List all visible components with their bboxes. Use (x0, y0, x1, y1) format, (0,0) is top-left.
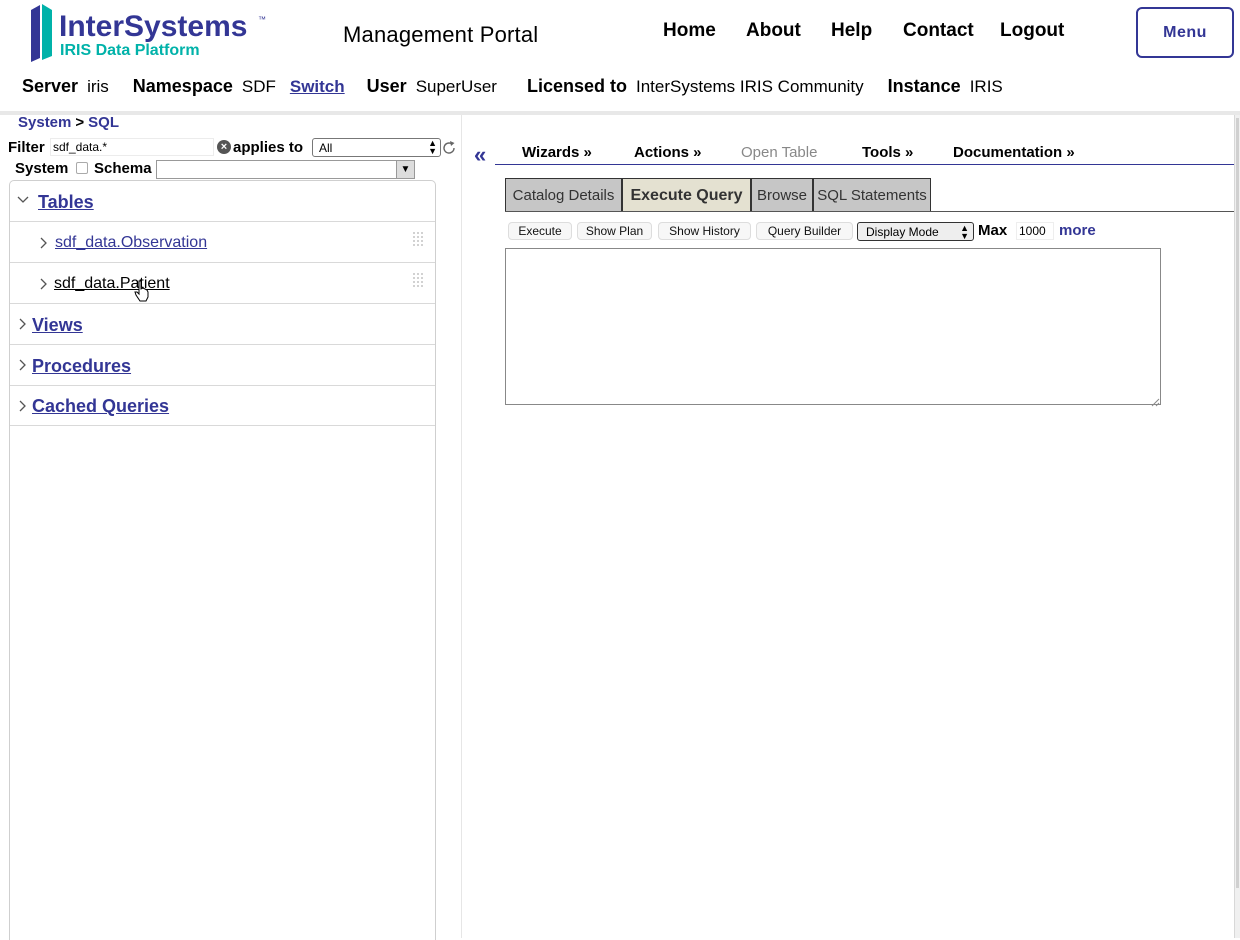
tree-category-procedures[interactable]: Procedures (10, 345, 435, 386)
actions-menu[interactable]: Actions » (634, 144, 702, 161)
max-rows-input[interactable] (1016, 222, 1054, 240)
breadcrumb-separator: > (75, 114, 85, 131)
drag-handle-icon[interactable] (412, 272, 424, 288)
views-link[interactable]: Views (32, 315, 83, 336)
tree-panel: Tables sdf_data.Observation sdf_data.Pat… (9, 180, 436, 940)
breadcrumb: System > SQL (18, 114, 119, 131)
show-history-button[interactable]: Show History (658, 222, 751, 240)
intersystems-logo: InterSystems ™ IRIS Data Platform (28, 4, 278, 62)
select-arrows-icon: ▲ ▼ (960, 223, 969, 241)
clear-filter-icon[interactable]: × (217, 140, 231, 154)
wizards-menu[interactable]: Wizards » (522, 144, 592, 161)
query-textarea[interactable] (505, 248, 1161, 405)
display-mode-select[interactable]: Display Mode ▲ ▼ (857, 222, 974, 241)
tab-catalog-details[interactable]: Catalog Details (505, 178, 622, 212)
chevron-right-icon[interactable] (17, 358, 27, 374)
max-label: Max (978, 222, 1008, 239)
table-link-patient[interactable]: sdf_data.Patient (54, 275, 170, 293)
schema-label: Schema (94, 160, 152, 177)
tree-item-observation[interactable]: sdf_data.Observation (10, 222, 435, 263)
server-value: iris (87, 77, 109, 96)
header-divider (0, 111, 1240, 115)
display-mode-value: Display Mode (866, 225, 939, 239)
tools-menu[interactable]: Tools » (862, 144, 913, 161)
tables-link[interactable]: Tables (38, 192, 94, 213)
drag-handle-icon[interactable] (412, 231, 424, 247)
nav-contact[interactable]: Contact (903, 20, 974, 42)
chevron-right-icon[interactable] (17, 317, 27, 333)
tab-execute-query[interactable]: Execute Query (622, 178, 751, 212)
tab-browse[interactable]: Browse (751, 178, 813, 212)
portal-title: Management Portal (343, 22, 539, 47)
server-label: Server (22, 76, 79, 96)
system-checkbox[interactable] (76, 162, 88, 174)
applies-to-label: applies to (233, 139, 304, 156)
chevron-down-icon[interactable] (17, 193, 29, 209)
applies-to-select[interactable]: All ▲ ▼ (312, 138, 441, 157)
select-arrows-icon: ▲ ▼ (428, 138, 437, 156)
user-value: SuperUser (415, 77, 497, 96)
tab-sql-statements[interactable]: SQL Statements (813, 178, 931, 212)
filter-input[interactable] (50, 138, 214, 156)
chevron-right-icon[interactable] (38, 277, 48, 293)
logo-subtitle: IRIS Data Platform (60, 42, 200, 59)
toolbar-underline (495, 164, 1234, 165)
chevron-right-icon[interactable] (17, 399, 27, 415)
collapse-panel-icon[interactable]: « (474, 144, 486, 166)
user-label: User (366, 76, 407, 96)
logo-tm: ™ (258, 15, 266, 24)
namespace-value: SDF (241, 77, 276, 96)
schema-dropdown-icon[interactable]: ▼ (396, 161, 414, 178)
schema-select[interactable]: ▼ (156, 160, 415, 179)
page-scrollbar-thumb[interactable] (1236, 118, 1239, 888)
resize-handle-icon[interactable] (1150, 394, 1160, 407)
breadcrumb-system[interactable]: System (18, 114, 71, 131)
hand-cursor-icon (134, 280, 150, 302)
switch-namespace-link[interactable]: Switch (290, 77, 345, 97)
tabs-baseline (505, 211, 1234, 212)
menu-button[interactable]: Menu (1136, 7, 1234, 58)
tree-category-cached-queries[interactable]: Cached Queries (10, 386, 435, 426)
system-label: System (15, 160, 69, 177)
breadcrumb-sql[interactable]: SQL (88, 114, 119, 131)
namespace-label: Namespace (132, 76, 233, 96)
licensed-value: InterSystems IRIS Community (635, 77, 864, 96)
panel-divider (461, 115, 462, 938)
applies-to-value: All (319, 141, 333, 155)
logo-brand-text: InterSystems (59, 10, 247, 43)
filter-label: Filter (8, 139, 45, 156)
info-bar: Server iris Namespace SDF Switch User Su… (22, 76, 1027, 100)
procedures-link[interactable]: Procedures (32, 356, 131, 377)
nav-home[interactable]: Home (663, 20, 716, 42)
open-table-link: Open Table (741, 144, 818, 161)
instance-label: Instance (887, 76, 961, 96)
cached-queries-link[interactable]: Cached Queries (32, 396, 169, 417)
nav-about[interactable]: About (746, 20, 801, 42)
nav-logout[interactable]: Logout (1000, 20, 1064, 42)
more-link[interactable]: more (1059, 222, 1096, 239)
documentation-menu[interactable]: Documentation » (953, 144, 1075, 161)
refresh-icon[interactable] (441, 140, 457, 156)
tree-category-views[interactable]: Views (10, 304, 435, 345)
table-link-observation[interactable]: sdf_data.Observation (55, 234, 207, 252)
licensed-label: Licensed to (526, 76, 627, 96)
query-builder-button[interactable]: Query Builder (756, 222, 853, 240)
nav-help[interactable]: Help (831, 20, 872, 42)
execute-button[interactable]: Execute (508, 222, 572, 240)
chevron-right-icon[interactable] (38, 236, 48, 252)
instance-value: IRIS (969, 77, 1003, 96)
show-plan-button[interactable]: Show Plan (577, 222, 652, 240)
tree-item-patient[interactable]: sdf_data.Patient (10, 263, 435, 304)
tree-category-tables[interactable]: Tables (10, 181, 435, 222)
